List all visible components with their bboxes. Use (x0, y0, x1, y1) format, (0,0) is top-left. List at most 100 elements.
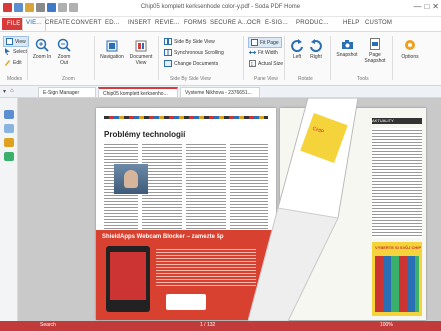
ad-device-image (106, 246, 150, 312)
right-page-section: AKTUALITY (372, 118, 394, 123)
actual-size-icon: 1 (249, 60, 256, 67)
edit-mode-button[interactable]: Edit (4, 59, 22, 66)
view-icon (6, 38, 13, 45)
menu-bar: FILE VIE... CREATE CONVERT ED... INSERT … (0, 17, 441, 31)
document-view-button[interactable]: Document View (128, 40, 154, 66)
svg-text:1: 1 (251, 62, 254, 67)
tab-secure[interactable]: SECURE A... (210, 20, 248, 26)
tab-create[interactable]: CREATE (45, 20, 70, 26)
tab-convert[interactable]: CONVERT (71, 20, 102, 26)
page-color-bar (104, 116, 268, 119)
snapshot-button[interactable]: Snapshot (334, 39, 360, 58)
tab-help[interactable]: HELP (343, 20, 359, 26)
group-rotate-label: Rotate (298, 76, 313, 82)
group-zoom-label: Zoom (62, 76, 75, 82)
document-tab-bar: ▾ ⌂ E-Sign Manager Chip05 komplett kerks… (0, 86, 441, 98)
side-by-side-button[interactable]: Side By Side View (164, 38, 215, 45)
ribbon-separator (392, 36, 393, 80)
title-bar: Chip05 komplett kerksenhode color-y.pdf … (0, 0, 441, 17)
sync-scrolling-button[interactable]: Synchronous Scrolling (164, 49, 224, 56)
options-label: Options (401, 54, 419, 60)
ad-device-screen (110, 252, 146, 300)
zoom-out-button[interactable]: Zoom Out (53, 38, 75, 66)
select-mode-button[interactable]: Select (4, 48, 27, 55)
tab-forms[interactable]: FORMS (184, 20, 207, 26)
text-column (186, 144, 226, 234)
tab-ocr[interactable]: OCR (247, 20, 261, 26)
zoom-in-button[interactable]: Zoom In (31, 38, 53, 60)
status-zoom-level[interactable]: 100% (380, 322, 393, 328)
rotate-right-button[interactable]: Right (306, 38, 326, 60)
magazine-covers (375, 256, 419, 312)
ribbon-separator (284, 36, 285, 80)
tab-view[interactable]: VIE... (22, 17, 46, 31)
actual-size-button[interactable]: 1 Actual Size (249, 60, 283, 67)
tab-edit[interactable]: ED... (105, 20, 119, 26)
group-pane-view-label: Pane View (254, 76, 278, 82)
ribbon-separator (94, 36, 95, 80)
tab-insert[interactable]: INSERT (128, 20, 151, 26)
tab-production[interactable]: PRODUC... (296, 20, 329, 26)
tab-review[interactable]: REVIE... (155, 20, 180, 26)
home-icon[interactable]: ⌂ (10, 88, 14, 94)
fit-page-icon (251, 39, 258, 46)
rotate-left-button[interactable]: Left (288, 38, 306, 60)
zoom-out-label: Zoom Out (57, 54, 71, 66)
navigation-label: Navigation (100, 54, 124, 60)
ribbon: View Select Edit Modes Zoom In Zoom Out … (0, 31, 441, 86)
change-documents-icon (164, 60, 172, 67)
left-sidebar (0, 98, 18, 321)
tab-esign[interactable]: E-SIG... (265, 20, 288, 26)
page-turn-effect: CHIP (248, 98, 358, 321)
minimize-icon[interactable]: — (413, 2, 421, 12)
fit-page-label: Fit Page (260, 39, 279, 46)
view-label: View (15, 38, 26, 45)
rotate-left-icon (291, 39, 303, 52)
status-search[interactable]: Search (40, 322, 56, 328)
maximize-icon[interactable]: □ (424, 2, 429, 12)
view-mode-button[interactable]: View (3, 36, 29, 47)
options-button[interactable]: Options (397, 38, 423, 60)
zoom-in-icon (35, 38, 49, 52)
tab-document-label: Chip05 komplett kerksenho... (103, 91, 168, 97)
navigation-button[interactable]: Navigation (98, 40, 126, 60)
tab-document-second[interactable]: Vysteme Nikhova - 2376651... (180, 87, 260, 97)
close-icon[interactable]: ✕ (432, 2, 439, 12)
tab-scroll-icon[interactable]: ▾ (3, 88, 6, 95)
edit-icon (5, 60, 10, 66)
tab-esign-manager[interactable]: E-Sign Manager (38, 87, 96, 97)
author-photo (114, 164, 148, 194)
change-documents-button[interactable]: Change Documents (164, 60, 218, 67)
fit-width-icon (249, 50, 256, 55)
fit-width-label: Fit Width (258, 49, 278, 56)
sync-scrolling-icon (164, 49, 172, 56)
page-snapshot-label: Page Snapshot (364, 52, 386, 64)
change-documents-label: Change Documents (174, 60, 219, 67)
group-modes-label: Modes (7, 76, 23, 82)
document-workspace[interactable]: Problémy technologií ShieldApps Webcam B… (18, 98, 441, 321)
actual-size-label: Actual Size (258, 60, 284, 67)
right-text-column (372, 128, 422, 238)
zoom-out-icon (57, 38, 71, 52)
fit-width-button[interactable]: Fit Width (249, 49, 278, 56)
attachments-icon[interactable] (4, 138, 14, 147)
ribbon-separator (330, 36, 331, 80)
group-side-by-side-label: Side By Side View (170, 76, 211, 82)
status-page-number[interactable]: 1 / 132 (200, 322, 215, 328)
fit-page-button[interactable]: Fit Page (248, 37, 282, 48)
group-tools-label: Tools (357, 76, 369, 82)
search-panel-icon[interactable] (4, 152, 14, 161)
page-snapshot-button[interactable]: Page Snapshot (361, 38, 389, 64)
side-by-side-icon (164, 38, 172, 45)
tab-document-active[interactable]: Chip05 komplett kerksenho... (98, 87, 178, 97)
thumbnails-icon[interactable] (4, 110, 14, 119)
select-icon (5, 48, 10, 55)
ad-text-block (156, 248, 256, 288)
article-heading: Problémy technologií (104, 130, 186, 139)
document-view-label: Document View (129, 54, 153, 66)
tab-custom[interactable]: CUSTOM (365, 20, 392, 26)
select-label: Select (13, 48, 27, 55)
window-title: Chip05 komplett kerksenhode color-y.pdf … (140, 4, 301, 10)
bookmarks-icon[interactable] (4, 124, 14, 133)
edit-label: Edit (13, 59, 22, 66)
